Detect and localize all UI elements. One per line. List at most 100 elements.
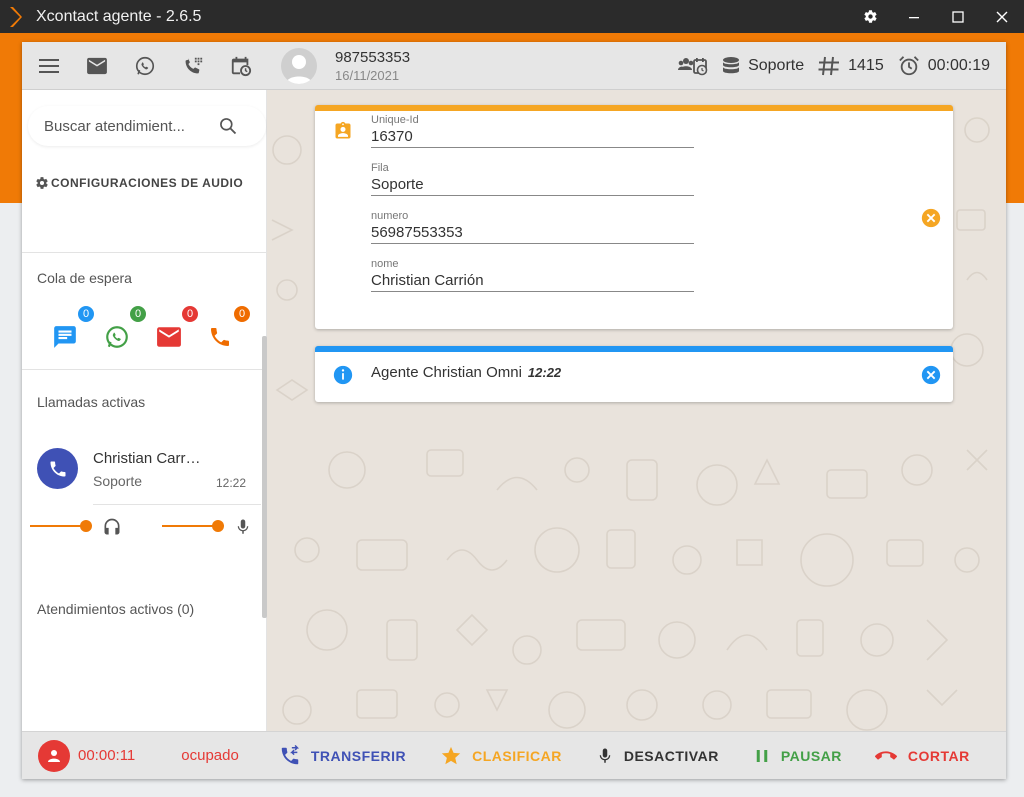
- app-window: 987553353 16/11/2021 Soporte 1415 00:00:…: [22, 42, 1006, 779]
- close-icon: [996, 11, 1008, 22]
- active-call-item[interactable]: Christian Carrión Soporte 12:22: [37, 448, 252, 498]
- contact-card-close-button[interactable]: [920, 207, 942, 229]
- mic-volume-track: [162, 525, 218, 527]
- window-settings-button[interactable]: [848, 0, 892, 33]
- email-button[interactable]: [73, 42, 121, 90]
- headset-volume-thumb[interactable]: [80, 520, 92, 532]
- whatsapp-icon: [106, 326, 128, 348]
- window-minimize-button[interactable]: [892, 0, 936, 33]
- call-end-icon: [874, 750, 897, 759]
- agent-name: Agente Christian Omni: [371, 364, 522, 381]
- app-logo-icon: [0, 0, 30, 33]
- info-card-close-button[interactable]: [920, 364, 942, 386]
- phone-icon: [211, 328, 229, 346]
- active-attendances-label: Atendimientos activos (0): [37, 601, 195, 617]
- window-titlebar: Xcontact agente - 2.6.5: [0, 0, 1024, 33]
- queue-phone-button[interactable]: 0: [208, 304, 260, 354]
- field-label: Unique-Id: [371, 114, 419, 126]
- envelope-icon: [157, 327, 181, 347]
- classify-button[interactable]: CLASIFICAR: [440, 745, 562, 767]
- field-label: Fila: [371, 162, 389, 174]
- queue-indicator: Soporte: [722, 56, 804, 76]
- waiting-queue-list: 0 0 0 0: [52, 304, 260, 354]
- whatsapp-button[interactable]: [121, 42, 169, 90]
- bottom-action-bar: 00:00:11 ocupado TRANSFERIR CLASIFICAR D…: [22, 731, 1006, 779]
- person-icon: [286, 54, 312, 84]
- active-calls-label: Llamadas activas: [37, 394, 146, 410]
- group-calendar-icon: [678, 57, 708, 75]
- chat-icon: [54, 326, 76, 348]
- caller-number: 987553353: [335, 48, 411, 66]
- envelope-icon: [87, 57, 107, 74]
- transfer-button[interactable]: TRANSFERIR: [279, 744, 407, 767]
- field-numero[interactable]: numero 56987553353: [371, 210, 694, 244]
- divider: [93, 504, 261, 505]
- caller-info: 987553353 16/11/2021: [335, 49, 410, 83]
- status-timer: 00:00:11: [78, 747, 136, 764]
- info-icon: [332, 364, 354, 386]
- window-title: Xcontact agente - 2.6.5: [36, 7, 202, 25]
- pause-icon: [756, 749, 768, 762]
- maximize-icon: [952, 10, 964, 23]
- contact-details-card: Unique-Id 16370 Fila Soporte numero 5698…: [315, 105, 953, 329]
- menu-button[interactable]: [25, 42, 73, 90]
- queue-whatsapp-button[interactable]: 0: [104, 304, 156, 354]
- close-circle-icon: [921, 365, 941, 385]
- hash-icon: [818, 56, 840, 75]
- queue-chat-button[interactable]: 0: [52, 304, 104, 354]
- headset-volume-track: [30, 525, 86, 527]
- calendar-clock-icon: [231, 56, 252, 76]
- pause-button[interactable]: PAUSAR: [753, 747, 842, 765]
- transfer-label: TRANSFERIR: [310, 747, 407, 764]
- alarm-clock-icon: [898, 55, 919, 75]
- top-toolbar: 987553353 16/11/2021 Soporte 1415 00:00:…: [22, 42, 1006, 90]
- field-label: nome: [371, 258, 399, 270]
- queue-email-count: 0: [180, 304, 200, 324]
- dialpad-call-button[interactable]: [169, 42, 217, 90]
- hangup-button[interactable]: CORTAR: [874, 745, 970, 767]
- audio-settings-button[interactable]: CONFIGURACIONES DE AUDIO: [35, 176, 243, 190]
- audio-settings-label: CONFIGURACIONES DE AUDIO: [51, 176, 244, 190]
- caller-date: 16/11/2021: [335, 67, 400, 83]
- schedule-button[interactable]: [217, 42, 265, 90]
- search-icon[interactable]: [218, 116, 238, 136]
- divider: [22, 369, 267, 370]
- window-close-button[interactable]: [980, 0, 1024, 33]
- field-label: numero: [371, 210, 409, 222]
- agent-info-time: 12:22: [527, 365, 562, 380]
- field-unique-id[interactable]: Unique-Id 16370: [371, 114, 694, 148]
- minimize-icon: [909, 16, 919, 18]
- headset-volume-slider[interactable]: [30, 516, 92, 536]
- extension-indicator: 1415: [818, 56, 884, 76]
- microphone-icon: [599, 748, 611, 763]
- mic-volume-slider[interactable]: [162, 516, 224, 536]
- queue-name: Soporte: [748, 56, 805, 74]
- main-panel: Unique-Id 16370 Fila Soporte numero 5698…: [267, 90, 1006, 731]
- pause-label: PAUSAR: [780, 747, 842, 764]
- team-schedule-button[interactable]: [678, 55, 708, 77]
- call-avatar: [37, 448, 78, 489]
- agent-info-text: Agente Christian Omni 12:22: [371, 364, 561, 381]
- call-queue-name: Soporte: [93, 473, 143, 489]
- contact-card-icon: [333, 121, 353, 141]
- field-fila[interactable]: Fila Soporte: [371, 162, 694, 196]
- agent-status-avatar[interactable]: [38, 739, 70, 772]
- queue-phone-count: 0: [232, 304, 252, 324]
- deactivate-mic-button[interactable]: DESACTIVAR: [596, 745, 719, 767]
- field-value: Soporte: [371, 176, 424, 193]
- field-nome[interactable]: nome Christian Carrión: [371, 258, 694, 292]
- star-icon: [441, 746, 461, 764]
- queue-email-button[interactable]: 0: [156, 304, 208, 354]
- caller-avatar: [281, 47, 317, 84]
- deactivate-label: DESACTIVAR: [623, 747, 719, 764]
- call-contact-name: Christian Carrión: [93, 450, 203, 467]
- headset-icon[interactable]: [102, 516, 122, 538]
- mic-volume-thumb[interactable]: [212, 520, 224, 532]
- waiting-queue-label: Cola de espera: [37, 270, 132, 286]
- search-input[interactable]: [44, 117, 204, 135]
- microphone-icon[interactable]: [234, 516, 252, 538]
- classify-label: CLASIFICAR: [472, 747, 562, 764]
- window-maximize-button[interactable]: [936, 0, 980, 33]
- hangup-label: CORTAR: [907, 747, 970, 764]
- gear-icon: [36, 177, 48, 189]
